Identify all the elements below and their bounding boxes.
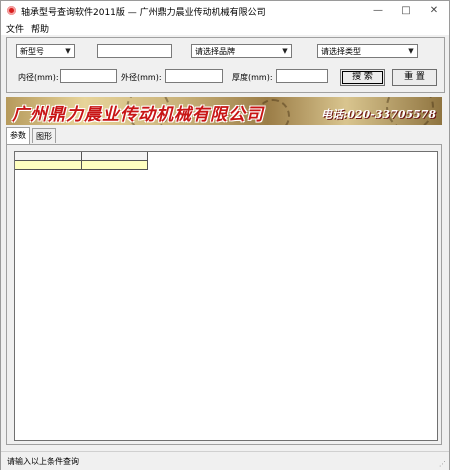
banner-phone: 电话:020-33705578 <box>321 108 436 121</box>
grid-header-cell <box>15 152 82 161</box>
chevron-down-icon: ▼ <box>282 47 288 55</box>
close-button[interactable]: ✕ <box>420 1 448 21</box>
search-button[interactable]: 搜 索 <box>340 69 385 86</box>
resize-grip-icon[interactable]: ⋰ <box>439 460 447 468</box>
menu-file[interactable]: 文件 <box>6 22 24 35</box>
maximize-button[interactable]: □ <box>392 1 420 21</box>
reset-button[interactable]: 重 置 <box>392 69 437 86</box>
banner-company-name: 广州鼎力晨业传动机械有限公司 <box>12 105 264 125</box>
chevron-down-icon: ▼ <box>408 47 414 55</box>
status-bar: 请输入以上条件查询 ⋰ <box>1 451 449 470</box>
app-logo-icon <box>7 6 16 15</box>
minimize-button[interactable]: — <box>364 1 392 21</box>
window-title: 轴承型号查询软件2011版 — 广州鼎力晨业传动机械有限公司 <box>21 8 266 18</box>
app-window: 轴承型号查询软件2011版 — 广州鼎力晨业传动机械有限公司 — □ ✕ 文件 … <box>0 0 450 470</box>
menu-bar: 文件 帮助 <box>1 21 449 35</box>
brand-select[interactable]: 请选择品牌 ▼ <box>191 44 292 58</box>
grid-row-cell[interactable] <box>82 161 148 170</box>
inner-diameter-input[interactable] <box>60 69 117 83</box>
title-bar: 轴承型号查询软件2011版 — 广州鼎力晨业传动机械有限公司 — □ ✕ <box>1 1 449 21</box>
inner-diameter-label: 内径(mm): <box>18 73 59 82</box>
tab-parameters[interactable]: 参数 <box>6 127 30 144</box>
model-input[interactable] <box>97 44 172 58</box>
chevron-down-icon: ▼ <box>65 47 71 55</box>
menu-help[interactable]: 帮助 <box>31 22 49 35</box>
grid-row-cell[interactable] <box>15 161 82 170</box>
search-panel: 新型号 ▼ 请选择品牌 ▼ 请选择类型 ▼ 内径(mm): 外径(mm): 厚度… <box>6 37 445 93</box>
results-grid[interactable] <box>14 151 438 441</box>
outer-diameter-input[interactable] <box>165 69 223 83</box>
tab-graphics[interactable]: 图形 <box>32 128 56 143</box>
model-type-value: 新型号 <box>20 47 44 56</box>
brand-value: 请选择品牌 <box>195 47 235 56</box>
tab-panel <box>6 144 442 445</box>
thickness-input[interactable] <box>276 69 328 83</box>
grid-header-cell <box>82 152 148 161</box>
thickness-label: 厚度(mm): <box>232 73 273 82</box>
model-type-select[interactable]: 新型号 ▼ <box>16 44 75 58</box>
type-value: 请选择类型 <box>321 47 361 56</box>
status-message: 请输入以上条件查询 <box>7 457 79 466</box>
type-select[interactable]: 请选择类型 ▼ <box>317 44 418 58</box>
company-banner: 广州鼎力晨业传动机械有限公司 电话:020-33705578 <box>6 97 442 125</box>
outer-diameter-label: 外径(mm): <box>121 73 162 82</box>
